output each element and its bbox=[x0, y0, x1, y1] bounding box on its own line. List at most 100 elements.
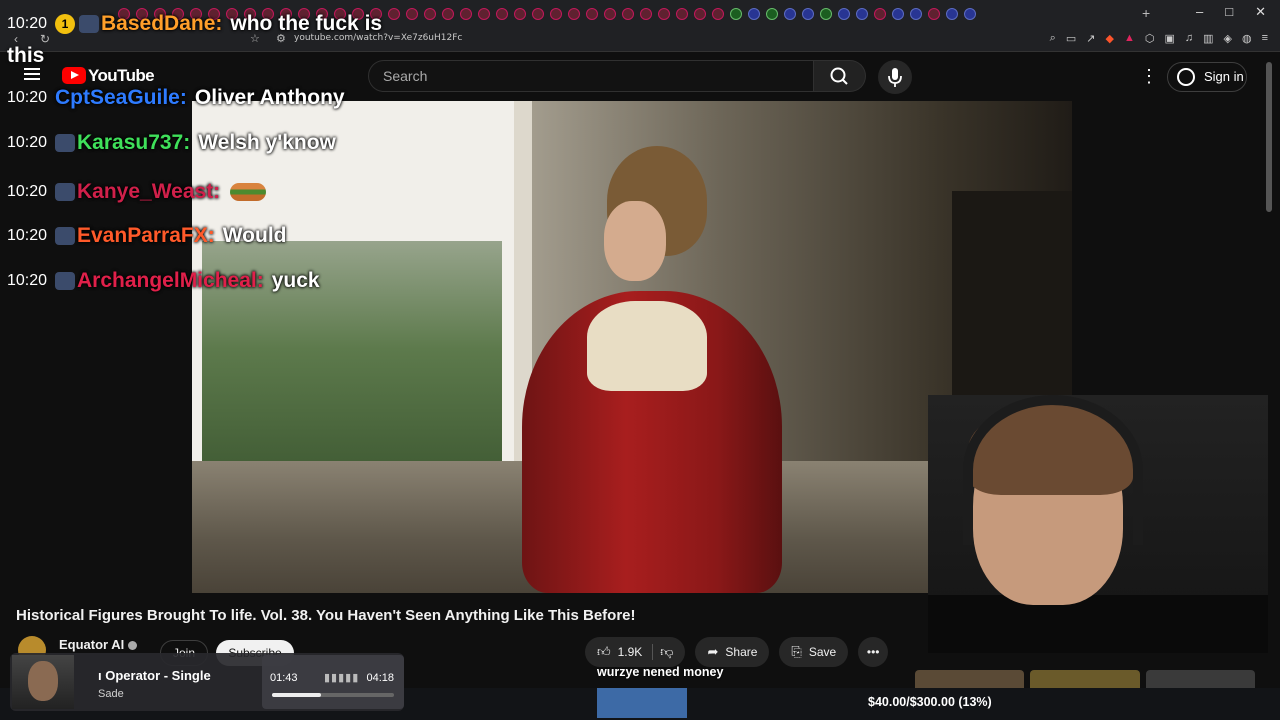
tab-favicon[interactable] bbox=[730, 8, 742, 20]
chat-username: CptSeaGuile: bbox=[55, 86, 187, 109]
chat-timestamp: 10:20 bbox=[7, 272, 48, 289]
tab-favicon[interactable] bbox=[748, 8, 760, 20]
tab-favicon[interactable] bbox=[928, 8, 940, 20]
share-button[interactable]: ➦ Share bbox=[695, 637, 770, 667]
save-button[interactable]: ⎘ Save bbox=[779, 637, 849, 667]
tab-favicon[interactable] bbox=[820, 8, 832, 20]
like-dislike-group: 👍︎ 1.9K 👎︎ bbox=[585, 637, 686, 667]
like-button[interactable]: 👍︎ 1.9K bbox=[597, 644, 654, 660]
share-page-icon[interactable]: ↗ bbox=[1086, 32, 1095, 45]
chat-text: who the fuck is bbox=[230, 12, 383, 35]
tab-favicon[interactable] bbox=[568, 8, 580, 20]
tab-favicon[interactable] bbox=[424, 8, 436, 20]
tab-favicon[interactable] bbox=[892, 8, 904, 20]
thumbs-down-icon[interactable]: 👎︎ bbox=[660, 644, 673, 660]
tab-favicon[interactable] bbox=[874, 8, 886, 20]
streamer-webcam bbox=[928, 395, 1268, 653]
verified-icon bbox=[128, 641, 138, 651]
tab-favicon[interactable] bbox=[946, 8, 958, 20]
search-input[interactable]: Search bbox=[368, 60, 814, 92]
more-actions-button[interactable]: ••• bbox=[858, 637, 889, 667]
track-title: ı Operator - Single bbox=[98, 668, 211, 683]
video-title: Historical Figures Brought To life. Vol.… bbox=[16, 607, 636, 624]
channel-name[interactable]: Equator AI bbox=[59, 637, 138, 652]
zoom-icon[interactable]: ⌕ bbox=[1050, 32, 1056, 45]
tab-favicon[interactable] bbox=[640, 8, 652, 20]
youtube-logo-icon[interactable] bbox=[62, 67, 86, 84]
elapsed-time: 01:43 bbox=[270, 672, 298, 684]
cast-icon[interactable]: ▭ bbox=[1066, 32, 1076, 45]
track-artist: Sade bbox=[98, 688, 124, 700]
tab-favicon[interactable] bbox=[964, 8, 976, 20]
vpn-icon[interactable]: ◍ bbox=[1242, 32, 1252, 45]
extension-icon[interactable]: ⬡ bbox=[1145, 32, 1155, 45]
minimize-button[interactable]: – bbox=[1196, 4, 1203, 20]
chat-message: 10:20 ArchangelMicheal: yuck bbox=[7, 269, 320, 293]
wallet-icon[interactable]: ◈ bbox=[1224, 32, 1232, 45]
related-thumbnail[interactable] bbox=[1145, 670, 1255, 688]
tab-favicon[interactable] bbox=[910, 8, 922, 20]
tab-favicon[interactable] bbox=[604, 8, 616, 20]
media-icon[interactable]: ♫ bbox=[1185, 32, 1193, 45]
now-playing-widget: ı Operator - Single Sade 01:43 ▮▮▮▮▮ 04:… bbox=[10, 653, 404, 711]
headset-icon bbox=[963, 395, 1143, 545]
chat-timestamp: 10:20 bbox=[7, 183, 48, 200]
hamburger-menu-icon[interactable] bbox=[24, 68, 40, 80]
chat-message: 10:20 EvanParraFX: Would bbox=[7, 224, 287, 248]
related-videos-strip bbox=[915, 670, 1255, 688]
tab-favicon[interactable] bbox=[694, 8, 706, 20]
sign-in-label: Sign in bbox=[1204, 69, 1244, 84]
tab-favicon[interactable] bbox=[658, 8, 670, 20]
chat-username: EvanParraFX: bbox=[77, 224, 215, 247]
more-dots-icon: ••• bbox=[866, 645, 880, 659]
like-count: 1.9K bbox=[617, 645, 643, 659]
tab-favicon[interactable] bbox=[856, 8, 868, 20]
search-button[interactable] bbox=[814, 60, 866, 92]
thumbs-up-icon: 👍︎ bbox=[597, 644, 611, 659]
window-controls: – □ ✕ bbox=[1196, 4, 1266, 20]
equalizer-icon: ▮▮▮▮▮ bbox=[324, 672, 360, 684]
tab-favicon[interactable] bbox=[550, 8, 562, 20]
tab-favicon[interactable] bbox=[712, 8, 724, 20]
tab-favicon[interactable] bbox=[460, 8, 472, 20]
close-button[interactable]: ✕ bbox=[1255, 4, 1266, 20]
related-thumbnail[interactable] bbox=[915, 670, 1025, 688]
tab-favicon[interactable] bbox=[388, 8, 400, 20]
rewards-icon[interactable]: ▲ bbox=[1124, 32, 1135, 45]
tab-favicon[interactable] bbox=[802, 8, 814, 20]
tab-favicon[interactable] bbox=[496, 8, 508, 20]
tab-favicon[interactable] bbox=[586, 8, 598, 20]
share-icon: ➦ bbox=[707, 644, 719, 659]
share-label: Share bbox=[725, 645, 758, 659]
new-tab-button[interactable]: + bbox=[1142, 5, 1150, 21]
chat-message: 10:20 Kanye_Weast: bbox=[7, 180, 267, 204]
tab-favicon[interactable] bbox=[784, 8, 796, 20]
tab-favicon[interactable] bbox=[766, 8, 778, 20]
tab-favicon[interactable] bbox=[838, 8, 850, 20]
sign-in-button[interactable]: Sign in bbox=[1167, 62, 1247, 92]
voice-search-button[interactable] bbox=[878, 60, 912, 94]
brave-shield-icon[interactable]: ◆ bbox=[1105, 32, 1113, 45]
chat-timestamp: 10:20 bbox=[7, 227, 48, 244]
page-scrollbar[interactable] bbox=[1266, 62, 1272, 212]
microphone-icon bbox=[888, 68, 902, 87]
tab-favicon[interactable] bbox=[442, 8, 454, 20]
video-actions: 👍︎ 1.9K 👎︎ ➦ Share ⎘ Save ••• bbox=[585, 637, 889, 667]
tab-favicon[interactable] bbox=[622, 8, 634, 20]
tab-favicon[interactable] bbox=[532, 8, 544, 20]
tab-favicon[interactable] bbox=[478, 8, 490, 20]
screenshot-icon[interactable]: ▣ bbox=[1164, 32, 1174, 45]
maximize-button[interactable]: □ bbox=[1225, 4, 1233, 20]
sidebar-icon[interactable]: ▥ bbox=[1203, 32, 1213, 45]
youtube-wordmark[interactable]: YouTube bbox=[88, 66, 155, 86]
chat-username: Karasu737: bbox=[77, 131, 191, 154]
related-thumbnail[interactable] bbox=[1030, 670, 1140, 688]
sub-badge-icon: 1 bbox=[55, 14, 75, 34]
menu-icon[interactable]: ≡ bbox=[1262, 32, 1268, 45]
tab-favicon[interactable] bbox=[676, 8, 688, 20]
tab-favicon[interactable] bbox=[406, 8, 418, 20]
bookmark-save-icon: ⎘ bbox=[791, 644, 802, 659]
tab-favicon[interactable] bbox=[514, 8, 526, 20]
settings-more-icon[interactable]: ⋮ bbox=[1140, 66, 1158, 87]
total-time: 04:18 bbox=[366, 672, 394, 684]
